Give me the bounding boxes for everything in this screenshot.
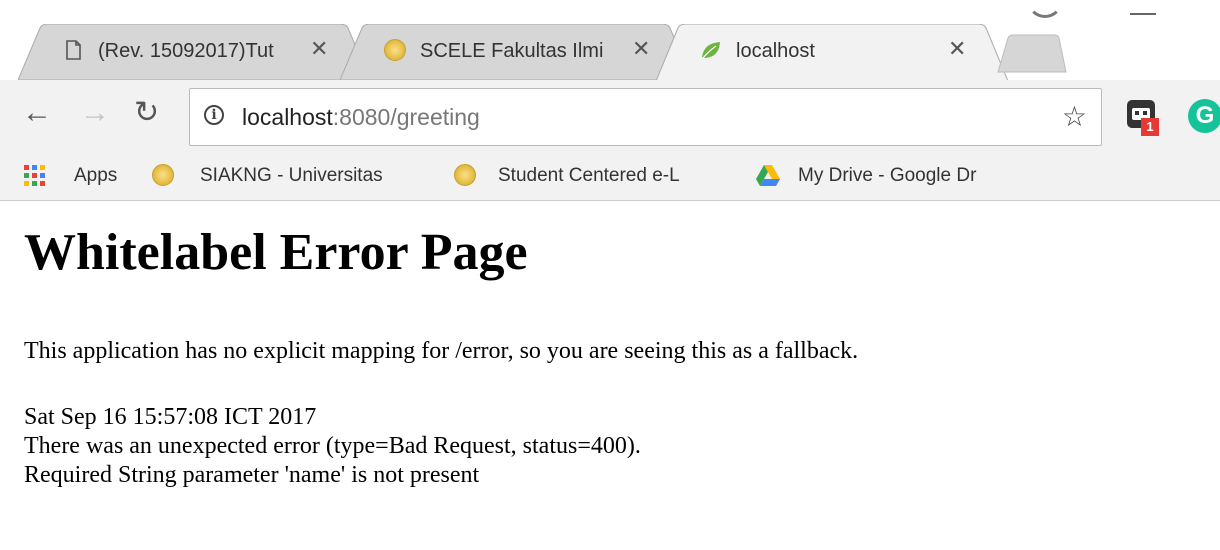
bookmark-my-drive[interactable]: My Drive - Google Dr	[755, 160, 1045, 190]
document-icon	[66, 40, 81, 60]
bookmark-student-centered[interactable]: Student Centered e-L	[454, 160, 734, 190]
apps-grid-icon	[24, 165, 45, 186]
spring-leaf-icon	[702, 42, 720, 59]
toolbar: ← → ↻ i localhost:8080/greeting ☆ 1 G	[0, 80, 1220, 154]
info-icon[interactable]: i	[204, 105, 224, 125]
close-tab-icon[interactable]: ✕	[310, 36, 328, 62]
extension-icon[interactable]: 1	[1127, 100, 1159, 136]
extension-badge: 1	[1141, 118, 1159, 136]
bookmarks-bar: Apps SIAKNG - Universitas Student Center…	[0, 154, 1220, 201]
bookmark-label: Student Centered e-L	[498, 165, 680, 186]
back-arrow-icon[interactable]: ←	[22, 98, 52, 128]
close-tab-icon[interactable]: ✕	[948, 36, 966, 62]
error-type: There was an unexpected error (type=Bad …	[24, 433, 641, 459]
error-detail: Required String parameter 'name' is not …	[24, 462, 480, 488]
google-drive-icon	[756, 165, 780, 186]
tab-title: (Rev. 15092017)Tut	[98, 40, 274, 62]
tab-strip: (Rev. 15092017)Tut ✕ SCELE Fakultas Ilmi…	[0, 0, 1220, 81]
page-content: Whitelabel Error Page This application h…	[0, 201, 1220, 550]
bookmark-star-icon[interactable]: ☆	[1062, 100, 1087, 133]
tab-title: localhost	[736, 40, 815, 62]
url-text: localhost:8080/greeting	[242, 104, 480, 131]
bookmark-label: Apps	[74, 165, 118, 186]
bookmark-label: My Drive - Google Dr	[798, 165, 977, 186]
tab-rev-tutorial[interactable]: (Rev. 15092017)Tut ✕	[18, 24, 370, 80]
minimize-icon[interactable]	[1130, 13, 1156, 15]
grammarly-icon[interactable]: G	[1188, 99, 1220, 133]
tab-title: SCELE Fakultas Ilmi	[420, 40, 604, 62]
page-title: Whitelabel Error Page	[24, 224, 528, 281]
reload-icon[interactable]: ↻	[134, 98, 159, 128]
url-path: :8080/greeting	[332, 104, 480, 130]
bookmark-apps[interactable]: Apps	[24, 160, 134, 190]
bookmark-label: SIAKNG - Universitas	[200, 165, 383, 186]
error-timestamp: Sat Sep 16 15:57:08 ICT 2017	[24, 404, 317, 430]
tab-localhost[interactable]: localhost ✕	[656, 24, 1008, 81]
university-seal-icon	[152, 164, 174, 186]
address-bar[interactable]: i localhost:8080/greeting ☆	[189, 88, 1102, 146]
window-control-icon[interactable]	[1027, 0, 1063, 18]
forward-arrow-icon[interactable]: →	[80, 98, 110, 128]
error-message: This application has no explicit mapping…	[24, 338, 859, 364]
university-seal-icon	[384, 39, 406, 61]
new-tab-button[interactable]	[996, 34, 1068, 74]
browser-chrome: (Rev. 15092017)Tut ✕ SCELE Fakultas Ilmi…	[0, 0, 1220, 201]
bookmark-siakng[interactable]: SIAKNG - Universitas	[152, 160, 432, 190]
close-tab-icon[interactable]: ✕	[632, 36, 650, 62]
tab-scele[interactable]: SCELE Fakultas Ilmi ✕	[340, 24, 692, 80]
university-seal-icon	[454, 164, 476, 186]
url-host: localhost	[242, 104, 333, 130]
